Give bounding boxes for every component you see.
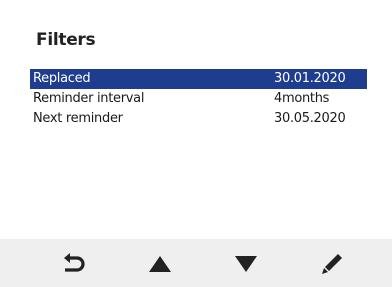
list-item-label: Reminder interval: [33, 91, 145, 106]
list-item-replaced[interactable]: Replaced 30.01.2020: [30, 69, 367, 89]
filters-screen: Filters Replaced 30.01.2020 Reminder int…: [0, 0, 392, 287]
bottom-toolbar: [0, 239, 392, 287]
list-item-reminder-interval[interactable]: Reminder interval 4months: [30, 89, 367, 109]
pencil-icon: [322, 254, 342, 274]
list-item-next-reminder[interactable]: Next reminder 30.05.2020: [30, 109, 367, 129]
edit-button[interactable]: [318, 252, 346, 276]
list-item-label: Replaced: [33, 71, 91, 86]
list-item-value: 4months: [274, 91, 330, 106]
up-button[interactable]: [146, 252, 174, 276]
down-button[interactable]: [232, 252, 260, 276]
back-button[interactable]: [60, 252, 88, 276]
up-triangle-icon: [149, 256, 171, 272]
list-item-value: 30.01.2020: [274, 71, 346, 86]
page-title: Filters: [36, 30, 96, 50]
back-arrow-icon: [64, 253, 85, 272]
list-item-value: 30.05.2020: [274, 111, 346, 126]
filter-settings-list: Replaced 30.01.2020 Reminder interval 4m…: [30, 69, 367, 129]
list-item-label: Next reminder: [33, 111, 123, 126]
down-triangle-icon: [235, 256, 257, 272]
